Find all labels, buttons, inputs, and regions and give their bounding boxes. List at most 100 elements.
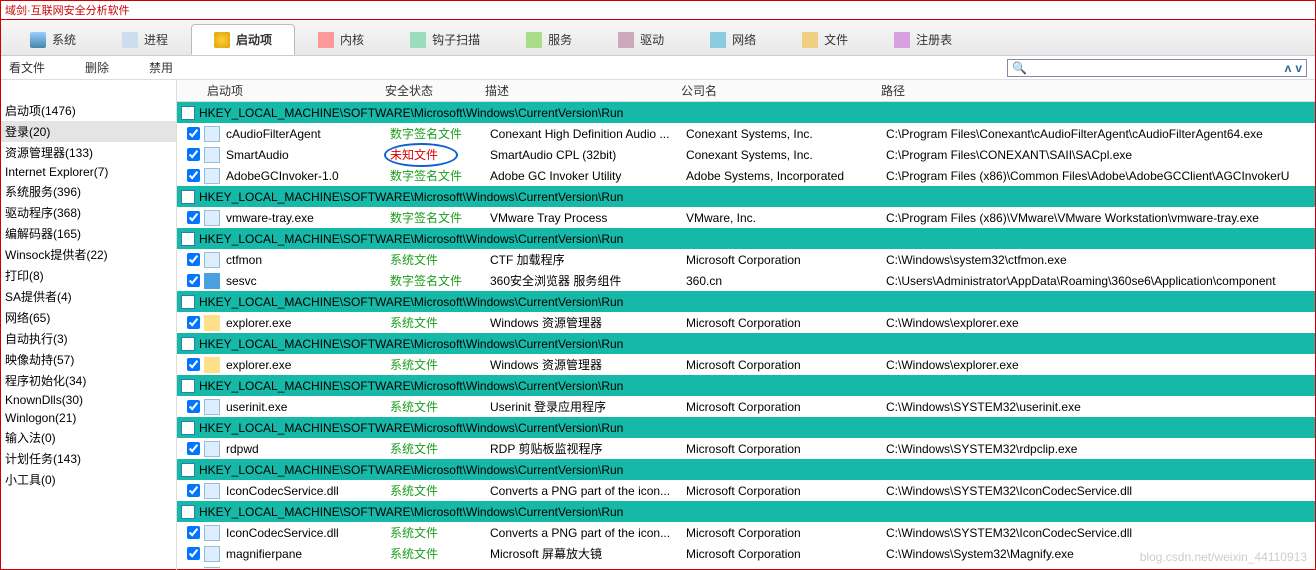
row-checkbox[interactable] xyxy=(187,358,200,371)
tab-钩子扫描[interactable]: 钩子扫描 xyxy=(387,24,503,55)
col-path[interactable]: 路径 xyxy=(873,82,1315,99)
sidebar-item[interactable]: 程序初始化(34) xyxy=(1,370,176,391)
row-checkbox[interactable] xyxy=(187,169,200,182)
row-checkbox[interactable] xyxy=(187,316,200,329)
table-row[interactable]: vmware-tray.exe数字签名文件VMware Tray Process… xyxy=(177,207,1315,228)
tab-文件[interactable]: 文件 xyxy=(779,24,871,55)
tab-进程[interactable]: 进程 xyxy=(99,24,191,55)
sidebar-item[interactable]: 映像劫持(57) xyxy=(1,349,176,370)
table-row[interactable]: rdpwd系统文件RDP 剪贴板监视程序Microsoft Corporatio… xyxy=(177,438,1315,459)
row-status: 数字签名文件 xyxy=(390,125,490,142)
sidebar-item[interactable]: SA提供者(4) xyxy=(1,286,176,307)
app-icon xyxy=(204,252,220,268)
sidebar-item[interactable]: 驱动程序(368) xyxy=(1,202,176,223)
sidebar-item[interactable]: 自动执行(3) xyxy=(1,328,176,349)
group-header[interactable]: HKEY_LOCAL_MACHINE\SOFTWARE\Microsoft\Wi… xyxy=(177,417,1315,438)
table-row[interactable]: userinit.exe系统文件Userinit 登录应用程序Microsoft… xyxy=(177,396,1315,417)
sidebar-item[interactable]: 系统服务(396) xyxy=(1,181,176,202)
row-path: C:\Program Files\Conexant\cAudioFilterAg… xyxy=(886,127,1315,141)
ic-kern-icon xyxy=(318,32,334,48)
col-name[interactable]: 启动项 xyxy=(177,82,377,99)
row-checkbox[interactable] xyxy=(187,127,200,140)
view-file-button[interactable]: 看文件 xyxy=(9,59,45,76)
group-header[interactable]: HKEY_LOCAL_MACHINE\SOFTWARE\Microsoft\Wi… xyxy=(177,501,1315,522)
group-header[interactable]: HKEY_LOCAL_MACHINE\SOFTWARE\Microsoft\Wi… xyxy=(177,459,1315,480)
table-row[interactable]: Narrator系统文件Screen ReaderMicrosoft Corpo… xyxy=(177,564,1315,568)
sidebar-item[interactable]: 编解码器(165) xyxy=(1,223,176,244)
tab-系统[interactable]: 系统 xyxy=(7,24,99,55)
row-status: 数字签名文件 xyxy=(390,167,490,184)
col-status[interactable]: 安全状态 xyxy=(377,82,477,99)
table-row[interactable]: ctfmon系统文件CTF 加载程序Microsoft CorporationC… xyxy=(177,249,1315,270)
table-row[interactable]: explorer.exe系统文件Windows 资源管理器Microsoft C… xyxy=(177,312,1315,333)
group-header[interactable]: HKEY_LOCAL_MACHINE\SOFTWARE\Microsoft\Wi… xyxy=(177,375,1315,396)
row-checkbox[interactable] xyxy=(187,442,200,455)
row-checkbox[interactable] xyxy=(187,211,200,224)
tab-内核[interactable]: 内核 xyxy=(295,24,387,55)
sidebar-item[interactable]: 资源管理器(133) xyxy=(1,142,176,163)
row-checkbox[interactable] xyxy=(187,484,200,497)
row-path: C:\Program Files (x86)\Common Files\Adob… xyxy=(886,169,1315,183)
table-row[interactable]: magnifierpane系统文件Microsoft 屏幕放大镜Microsof… xyxy=(177,543,1315,564)
table-row[interactable]: explorer.exe系统文件Windows 资源管理器Microsoft C… xyxy=(177,354,1315,375)
disable-button[interactable]: 禁用 xyxy=(149,59,173,76)
row-company: Microsoft Corporation xyxy=(686,253,886,267)
table-row[interactable]: IconCodecService.dll系统文件Converts a PNG p… xyxy=(177,522,1315,543)
col-company[interactable]: 公司名 xyxy=(673,82,873,99)
sidebar-item[interactable]: Winlogon(21) xyxy=(1,409,176,427)
app-icon xyxy=(204,525,220,541)
row-name: cAudioFilterAgent xyxy=(226,127,390,141)
row-status: 数字签名文件 xyxy=(390,209,490,226)
table-row[interactable]: SmartAudio未知文件SmartAudio CPL (32bit)Cone… xyxy=(177,144,1315,165)
sidebar-item[interactable]: 登录(20) xyxy=(1,121,176,142)
table-row[interactable]: cAudioFilterAgent数字签名文件Conexant High Def… xyxy=(177,123,1315,144)
table-row[interactable]: sesvc数字签名文件360安全浏览器 服务组件360.cnC:\Users\A… xyxy=(177,270,1315,291)
app-icon xyxy=(204,441,220,457)
row-checkbox[interactable] xyxy=(187,526,200,539)
group-header[interactable]: HKEY_LOCAL_MACHINE\SOFTWARE\Microsoft\Wi… xyxy=(177,333,1315,354)
delete-button[interactable]: 删除 xyxy=(85,59,109,76)
next-match-icon[interactable]: v xyxy=(1295,61,1302,75)
registry-icon xyxy=(181,421,195,435)
col-desc[interactable]: 描述 xyxy=(477,82,673,99)
search-box[interactable]: 🔍 ʌ v xyxy=(1007,59,1307,77)
group-header[interactable]: HKEY_LOCAL_MACHINE\SOFTWARE\Microsoft\Wi… xyxy=(177,228,1315,249)
group-header[interactable]: HKEY_LOCAL_MACHINE\SOFTWARE\Microsoft\Wi… xyxy=(177,186,1315,207)
sidebar-item[interactable]: 网络(65) xyxy=(1,307,176,328)
table-row[interactable]: IconCodecService.dll系统文件Converts a PNG p… xyxy=(177,480,1315,501)
group-header[interactable]: HKEY_LOCAL_MACHINE\SOFTWARE\Microsoft\Wi… xyxy=(177,102,1315,123)
row-checkbox[interactable] xyxy=(187,148,200,161)
row-checkbox[interactable] xyxy=(187,274,200,287)
row-status: 系统文件 xyxy=(390,251,490,268)
prev-match-icon[interactable]: ʌ xyxy=(1285,61,1292,75)
search-input[interactable] xyxy=(1027,61,1285,75)
ic-sys-icon xyxy=(30,32,46,48)
group-header[interactable]: HKEY_LOCAL_MACHINE\SOFTWARE\Microsoft\Wi… xyxy=(177,291,1315,312)
row-path: C:\Users\Administrator\AppData\Roaming\3… xyxy=(886,274,1315,288)
row-checkbox[interactable] xyxy=(187,400,200,413)
ic-hook-icon xyxy=(410,32,426,48)
row-company: Adobe Systems, Incorporated xyxy=(686,169,886,183)
sidebar-item[interactable]: Winsock提供者(22) xyxy=(1,244,176,265)
sidebar-item[interactable]: 输入法(0) xyxy=(1,427,176,448)
registry-icon xyxy=(181,190,195,204)
sidebar-item[interactable]: 计划任务(143) xyxy=(1,448,176,469)
row-company: Microsoft Corporation xyxy=(686,358,886,372)
tab-服务[interactable]: 服务 xyxy=(503,24,595,55)
registry-icon xyxy=(181,106,195,120)
sidebar-item[interactable]: KnownDlls(30) xyxy=(1,391,176,409)
tab-启动项[interactable]: 启动项 xyxy=(191,24,295,55)
row-checkbox[interactable] xyxy=(187,253,200,266)
row-company: Microsoft Corporation xyxy=(686,484,886,498)
row-desc: Conexant High Definition Audio ... xyxy=(490,127,686,141)
sidebar-item[interactable]: 打印(8) xyxy=(1,265,176,286)
sidebar-item[interactable]: 小工具(0) xyxy=(1,469,176,490)
tab-注册表[interactable]: 注册表 xyxy=(871,24,975,55)
row-checkbox[interactable] xyxy=(187,547,200,560)
sidebar-item[interactable]: Internet Explorer(7) xyxy=(1,163,176,181)
tab-网络[interactable]: 网络 xyxy=(687,24,779,55)
table-row[interactable]: AdobeGCInvoker-1.0数字签名文件Adobe GC Invoker… xyxy=(177,165,1315,186)
row-company: Microsoft Corporation xyxy=(686,400,886,414)
sidebar-item[interactable]: 启动项(1476) xyxy=(1,100,176,121)
tab-驱动[interactable]: 驱动 xyxy=(595,24,687,55)
